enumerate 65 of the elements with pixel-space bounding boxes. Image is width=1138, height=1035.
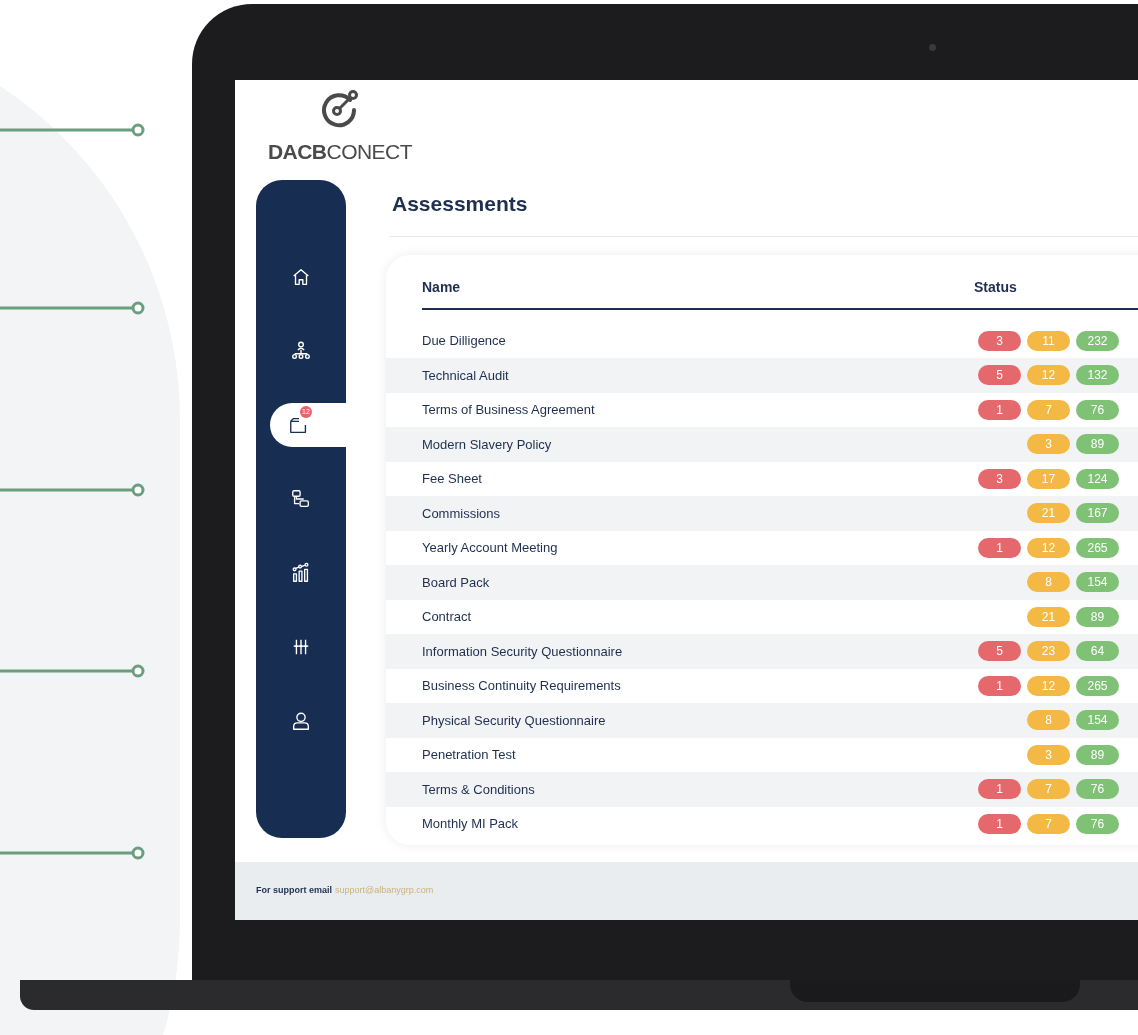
- medium-count-pill: 3: [1027, 434, 1070, 455]
- column-header: Status: [974, 277, 1017, 297]
- low-count-pill: 76: [1076, 813, 1119, 834]
- org-chart-icon: [290, 340, 312, 362]
- low-count-pill: 64: [1076, 641, 1119, 662]
- low-count-pill: 232: [1076, 330, 1119, 351]
- workflow-icon: [290, 488, 312, 510]
- medium-count-pill: 12: [1027, 675, 1070, 696]
- low-count-pill: 154: [1076, 710, 1119, 731]
- support-label: For support email: [256, 884, 332, 898]
- medium-count-pill: 7: [1027, 813, 1070, 834]
- assessment-name[interactable]: Contract: [422, 607, 978, 627]
- low-count-pill: 89: [1076, 434, 1119, 455]
- low-count-pill: 132: [1076, 365, 1119, 386]
- high-count-pill: 1: [978, 675, 1021, 696]
- assessment-name[interactable]: Penetration Test: [422, 745, 978, 765]
- logo-text: DACBCONECT: [267, 139, 413, 165]
- high-count-pill: 1: [978, 813, 1021, 834]
- home-icon: [290, 266, 312, 288]
- column-header: Name: [422, 277, 462, 297]
- user-icon: [290, 710, 312, 732]
- assessment-name[interactable]: Terms & Conditions: [422, 779, 978, 799]
- assessment-name[interactable]: Fee Sheet: [422, 469, 978, 489]
- low-count-pill: 154: [1076, 572, 1119, 593]
- assessment-name[interactable]: Physical Security Questionnaire: [422, 710, 978, 730]
- medium-count-pill: 8: [1027, 710, 1070, 731]
- assessment-name[interactable]: Information Security Questionnaire: [422, 641, 978, 661]
- medium-count-pill: 7: [1027, 399, 1070, 420]
- medium-count-pill: 8: [1027, 572, 1070, 593]
- low-count-pill: 167: [1076, 503, 1119, 524]
- assessment-name[interactable]: Business Continuity Requirements: [422, 676, 978, 696]
- assessment-name[interactable]: Monthly MI Pack: [422, 814, 978, 834]
- low-count-pill: 265: [1076, 537, 1119, 558]
- low-count-pill: 76: [1076, 399, 1119, 420]
- page-title: Assessments: [392, 191, 529, 217]
- low-count-pill: 76: [1076, 779, 1119, 800]
- medium-count-pill: 21: [1027, 606, 1070, 627]
- assessment-name[interactable]: Technical Audit: [422, 365, 978, 385]
- medium-count-pill: 12: [1027, 537, 1070, 558]
- high-count-pill: 3: [978, 330, 1021, 351]
- high-count-pill: 5: [978, 641, 1021, 662]
- logo-icon: [320, 88, 360, 128]
- high-count-pill: 1: [978, 537, 1021, 558]
- high-count-pill: 5: [978, 365, 1021, 386]
- assessment-name[interactable]: Board Pack: [422, 572, 978, 592]
- assessment-name[interactable]: Modern Slavery Policy: [422, 434, 978, 454]
- assessment-name[interactable]: Commissions: [422, 503, 978, 523]
- assessment-name[interactable]: Due Dilligence: [422, 331, 978, 351]
- medium-count-pill: 3: [1027, 744, 1070, 765]
- high-count-pill: 1: [978, 399, 1021, 420]
- low-count-pill: 124: [1076, 468, 1119, 489]
- medium-count-pill: 11: [1027, 330, 1070, 351]
- low-count-pill: 89: [1076, 744, 1119, 765]
- camera-icon: [929, 44, 936, 51]
- medium-count-pill: 12: [1027, 365, 1070, 386]
- medium-count-pill: 7: [1027, 779, 1070, 800]
- medium-count-pill: 21: [1027, 503, 1070, 524]
- medium-count-pill: 17: [1027, 468, 1070, 489]
- high-count-pill: 1: [978, 779, 1021, 800]
- medium-count-pill: 23: [1027, 641, 1070, 662]
- low-count-pill: 265: [1076, 675, 1119, 696]
- assessment-name[interactable]: Terms of Business Agreement: [422, 400, 978, 420]
- high-count-pill: 3: [978, 468, 1021, 489]
- low-count-pill: 89: [1076, 606, 1119, 627]
- assessment-name[interactable]: Yearly Account Meeting: [422, 538, 978, 558]
